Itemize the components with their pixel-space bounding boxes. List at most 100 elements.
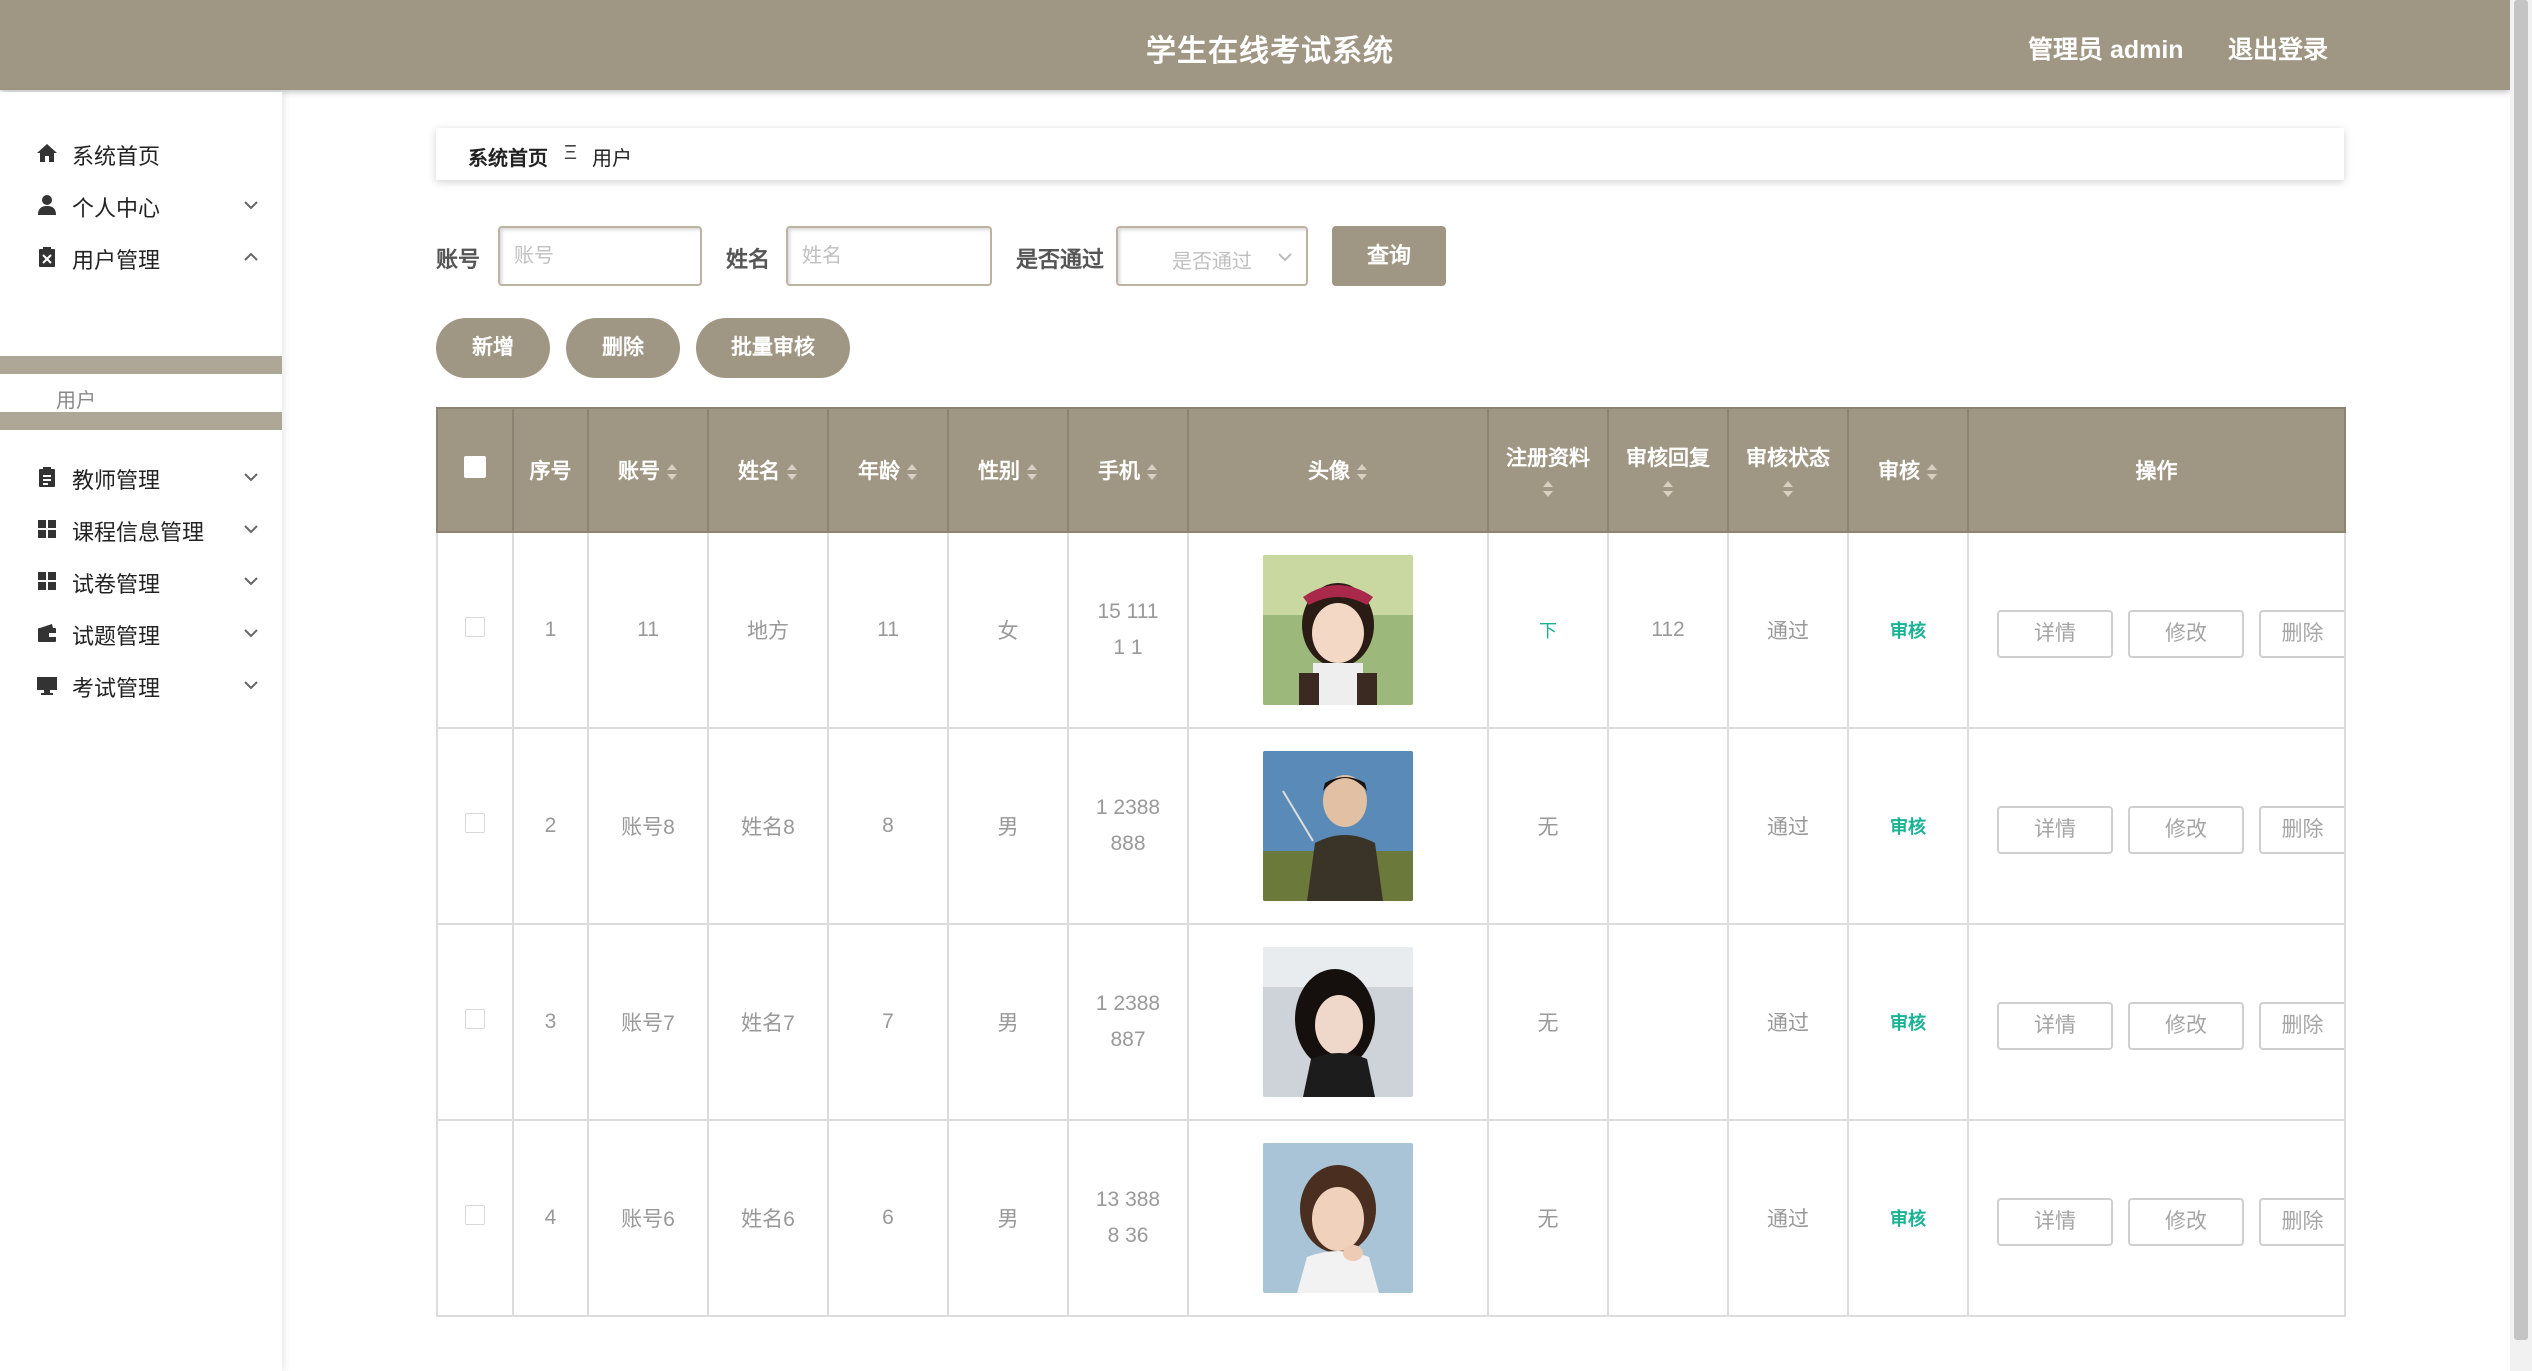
detail-button[interactable]: 详情: [1997, 610, 2113, 658]
sidebar-item-user-mgmt[interactable]: 用户管理: [0, 232, 282, 282]
cell-avatar: [1187, 531, 1489, 729]
header-account[interactable]: 账号: [587, 407, 709, 533]
edit-button[interactable]: 修改: [2128, 1002, 2244, 1050]
header-age[interactable]: 年龄: [827, 407, 949, 533]
sidebar-item-label: 试题管理: [72, 624, 161, 649]
edit-button[interactable]: 修改: [2128, 610, 2244, 658]
chevron-up-icon: [244, 252, 258, 261]
cell-phone: 1 2388 887: [1067, 923, 1189, 1121]
clipboard-list-icon: [39, 467, 55, 487]
sort-icon[interactable]: [1542, 480, 1554, 498]
sidebar-item-personal[interactable]: 个人中心: [0, 180, 282, 230]
header-gender[interactable]: 性别: [947, 407, 1069, 533]
cell-name: 姓名7: [707, 923, 829, 1121]
passed-select[interactable]: 是否通过: [1116, 226, 1308, 286]
row-delete-button[interactable]: 删除: [2259, 1198, 2344, 1246]
chevron-down-icon: [244, 525, 258, 534]
audit-link[interactable]: 审核: [1890, 1013, 1926, 1033]
cell-index: 1: [512, 531, 589, 729]
cell-reg-docs: 下: [1487, 531, 1609, 729]
row-delete-button[interactable]: 删除: [2259, 806, 2344, 854]
row-select-cell[interactable]: [436, 531, 514, 729]
header-name[interactable]: 姓名: [707, 407, 829, 533]
detail-button[interactable]: 详情: [1997, 1198, 2113, 1246]
audit-link[interactable]: 审核: [1890, 817, 1926, 837]
row-checkbox[interactable]: [465, 813, 485, 833]
cell-audit-status: 通过: [1727, 531, 1849, 729]
row-delete-button[interactable]: 删除: [2259, 610, 2344, 658]
row-checkbox[interactable]: [465, 1009, 485, 1029]
row-checkbox[interactable]: [465, 617, 485, 637]
header-audit-status[interactable]: 审核状态: [1727, 407, 1849, 533]
sort-icon[interactable]: [1662, 480, 1674, 498]
cell-ops: 详情 修改 删除: [1967, 531, 2346, 729]
sidebar-item-teacher-mgmt[interactable]: 教师管理: [0, 452, 282, 502]
scrollbar-thumb[interactable]: [2514, 0, 2528, 1340]
sidebar-item-label: 考试管理: [72, 676, 161, 701]
wallet-icon: [38, 624, 56, 642]
chevron-down-icon: [244, 629, 258, 638]
detail-button[interactable]: 详情: [1997, 1002, 2113, 1050]
sidebar-item-label: 试卷管理: [72, 572, 161, 597]
breadcrumb-home[interactable]: 系统首页: [468, 142, 548, 171]
sort-icon[interactable]: [1782, 480, 1794, 498]
sidebar-item-paper-mgmt[interactable]: 试卷管理: [0, 556, 282, 606]
cell-audit: 审核: [1847, 727, 1969, 925]
select-all-cell[interactable]: [436, 407, 514, 533]
edit-button[interactable]: 修改: [2128, 806, 2244, 854]
users-table: 序号 账号 姓名 年龄 性别 手机 头像 注册资料 审核回复 审核状态 审核 操…: [436, 407, 2346, 1317]
passed-select-placeholder: 是否通过: [1172, 251, 1252, 273]
sidebar-item-course-mgmt[interactable]: 课程信息管理: [0, 504, 282, 554]
avatar-image: [1263, 947, 1413, 1097]
grid-icon: [38, 572, 56, 590]
row-select-cell[interactable]: [436, 727, 514, 925]
sidebar-item-exam-mgmt[interactable]: 考试管理: [0, 660, 282, 710]
sort-icon[interactable]: [1356, 463, 1368, 481]
header-phone[interactable]: 手机: [1067, 407, 1189, 533]
cell-ops: 详情 修改 删除: [1967, 923, 2346, 1121]
add-button[interactable]: 新增: [436, 318, 550, 378]
row-checkbox[interactable]: [465, 1205, 485, 1225]
cell-account: 11: [587, 531, 709, 729]
audit-link[interactable]: 审核: [1890, 621, 1926, 641]
header-avatar[interactable]: 头像: [1187, 407, 1489, 533]
avatar-image: [1263, 1143, 1413, 1293]
chevron-down-icon: [244, 201, 258, 210]
sort-icon[interactable]: [1146, 463, 1158, 481]
sort-icon[interactable]: [786, 463, 798, 481]
header-audit[interactable]: 审核: [1847, 407, 1969, 533]
cell-audit-status: 通过: [1727, 727, 1849, 925]
admin-user-label[interactable]: 管理员 admin: [2028, 30, 2184, 66]
sidebar-item-label: 用户管理: [72, 248, 161, 273]
query-button[interactable]: 查询: [1332, 226, 1446, 286]
logout-link[interactable]: 退出登录: [2228, 30, 2328, 66]
sidebar-subitem-label: 用户: [56, 390, 96, 412]
detail-button[interactable]: 详情: [1997, 806, 2113, 854]
monitor-icon: [37, 677, 57, 695]
cell-name: 姓名6: [707, 1119, 829, 1317]
batch-audit-button[interactable]: 批量审核: [696, 318, 850, 378]
sidebar: 系统首页 个人中心 用户管理 用户 教师管理 课程信息管理 试卷管理 试题管理 …: [0, 92, 282, 1371]
sort-icon[interactable]: [666, 463, 678, 481]
select-all-checkbox[interactable]: [464, 456, 486, 478]
row-select-cell[interactable]: [436, 1119, 514, 1317]
edit-button[interactable]: 修改: [2128, 1198, 2244, 1246]
sort-icon[interactable]: [1926, 463, 1938, 481]
reg-docs-download-link[interactable]: 下: [1539, 621, 1557, 641]
sort-icon[interactable]: [1026, 463, 1038, 481]
audit-link[interactable]: 审核: [1890, 1209, 1926, 1229]
row-select-cell[interactable]: [436, 923, 514, 1121]
header-reg-docs[interactable]: 注册资料: [1487, 407, 1609, 533]
page-scrollbar[interactable]: [2510, 0, 2532, 1371]
name-search-input[interactable]: [786, 226, 992, 286]
delete-button[interactable]: 删除: [566, 318, 680, 378]
chevron-down-icon: [244, 681, 258, 690]
cell-index: 2: [512, 727, 589, 925]
sort-icon[interactable]: [906, 463, 918, 481]
header-audit-reply[interactable]: 审核回复: [1607, 407, 1729, 533]
sidebar-item-home[interactable]: 系统首页: [0, 128, 282, 178]
header-ops: 操作: [1967, 407, 2346, 533]
row-delete-button[interactable]: 删除: [2259, 1002, 2344, 1050]
sidebar-item-question-mgmt[interactable]: 试题管理: [0, 608, 282, 658]
account-search-input[interactable]: [498, 226, 702, 286]
